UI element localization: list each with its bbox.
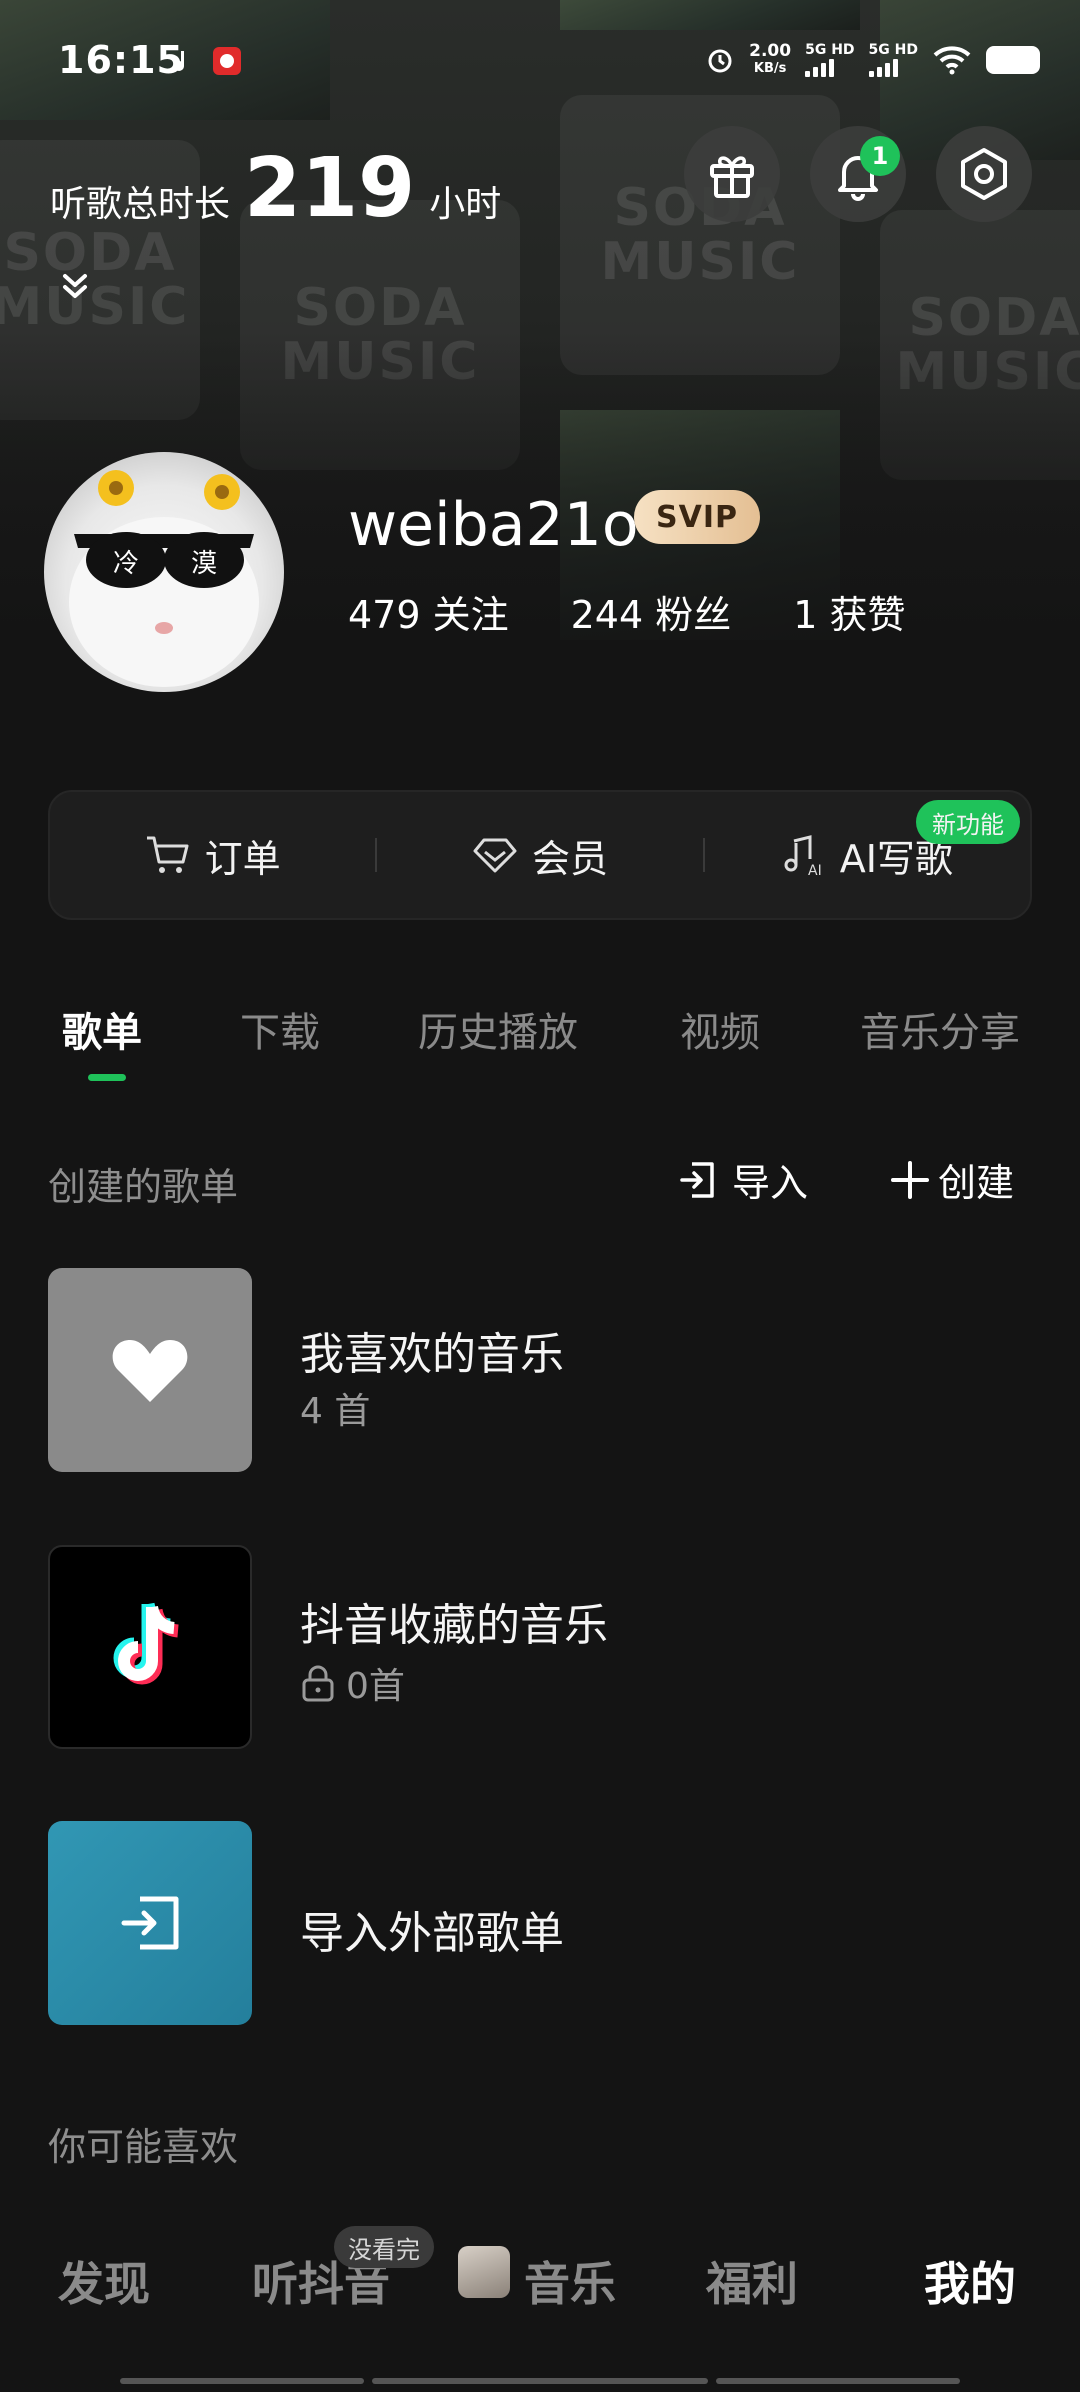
heart-icon — [112, 1340, 188, 1402]
notification-badge: 1 — [860, 136, 900, 176]
content-tabs: 歌单 下载 历史播放 视频 音乐分享 — [0, 1000, 1080, 1080]
following-count[interactable]: 479 关注 — [348, 584, 509, 639]
import-icon — [121, 1896, 179, 1950]
avatar[interactable]: 冷 漠 — [44, 452, 284, 692]
liked-cover — [48, 1268, 252, 1472]
now-playing-thumbnail[interactable] — [458, 2246, 510, 2298]
create-button[interactable]: 创建 — [890, 1152, 1014, 1207]
import-icon — [680, 1161, 714, 1198]
nav-welfare[interactable]: 福利 — [706, 2248, 798, 2314]
svg-text:AI: AI — [808, 863, 822, 877]
app-notification-icon — [213, 47, 241, 75]
tab-music-share[interactable]: 音乐分享 — [860, 1000, 1020, 1058]
quick-actions-card: 订单 会员 AI AI写歌 新功能 — [48, 790, 1032, 920]
svg-text:冷: 冷 — [113, 549, 139, 579]
import-cover — [48, 1821, 252, 2025]
lock-icon — [302, 1665, 334, 1702]
new-feature-tag: 新功能 — [915, 800, 1020, 844]
membership-button[interactable]: 会员 — [377, 792, 702, 918]
tab-downloads[interactable]: 下载 — [240, 1000, 320, 1058]
gesture-bar — [372, 2378, 708, 2384]
tab-history[interactable]: 历史播放 — [418, 1000, 578, 1058]
ai-music-icon: AI — [784, 835, 822, 877]
created-playlists-title: 创建的歌单 — [48, 1165, 239, 1209]
chevron-double-down-icon[interactable] — [58, 270, 92, 304]
gesture-bar — [120, 2378, 364, 2384]
likes-count[interactable]: 1 获赞 — [793, 584, 905, 639]
playlist-subtitle: 0首 — [300, 1657, 405, 1709]
profile-stats: 479 关注 244 粉丝 1 获赞 — [348, 584, 906, 639]
cart-icon — [146, 836, 189, 873]
diamond-icon — [473, 838, 517, 873]
gesture-bar — [716, 2378, 960, 2384]
clock: 16:15 — [58, 38, 184, 82]
nav-discover[interactable]: 发现 — [58, 2248, 150, 2314]
nav-mine[interactable]: 我的 — [924, 2248, 1016, 2314]
settings-hexagon-icon — [961, 148, 1007, 200]
import-button[interactable]: 导入 — [678, 1152, 808, 1207]
playlist-item[interactable]: 导入外部歌单 — [48, 1821, 1032, 2025]
douyin-logo-icon — [113, 1602, 180, 1685]
listen-duration: 听歌总时长 219 小时 — [50, 141, 502, 236]
username[interactable]: weiba21o — [348, 490, 639, 560]
gift-icon — [710, 156, 754, 198]
tab-indicator — [88, 1074, 126, 1081]
nav-music[interactable]: 音乐 — [524, 2248, 616, 2314]
playlist-item[interactable]: 抖音收藏的音乐 0首 — [48, 1545, 1032, 1749]
bottom-nav: 发现 听抖音 没看完 音乐 福利 我的 — [0, 2190, 1080, 2360]
settings-button[interactable] — [936, 126, 1032, 222]
svg-text:漠: 漠 — [191, 549, 217, 579]
signal-1: 5G HD — [805, 43, 855, 77]
tab-videos[interactable]: 视频 — [680, 1000, 760, 1058]
plus-icon — [891, 1160, 929, 1199]
cat-avatar-image: 冷 漠 — [69, 470, 259, 687]
battery-icon — [986, 46, 1040, 74]
recommend-title: 你可能喜欢 — [48, 2125, 239, 2169]
playlist-item[interactable]: 我喜欢的音乐 4 首 — [48, 1268, 1032, 1472]
douyin-cover — [48, 1545, 252, 1749]
svip-badge[interactable]: SVIP — [634, 490, 760, 544]
gift-button[interactable] — [684, 126, 780, 222]
unfinished-bubble: 没看完 — [334, 2226, 434, 2268]
orders-button[interactable]: 订单 — [50, 792, 375, 918]
followers-count[interactable]: 244 粉丝 — [571, 584, 732, 639]
alarm-icon — [708, 49, 732, 73]
ai-write-song-button[interactable]: AI AI写歌 新功能 — [705, 792, 1030, 918]
music-note-icon — [174, 51, 184, 71]
network-speed: 2.00 KB/s — [749, 41, 792, 76]
status-bar: 16:15 2.00 KB/s 5G HD 5G HD — [0, 0, 1080, 130]
signal-2: 5G HD — [868, 43, 918, 77]
tab-playlists[interactable]: 歌单 — [62, 1000, 142, 1058]
wifi-icon — [933, 46, 971, 75]
